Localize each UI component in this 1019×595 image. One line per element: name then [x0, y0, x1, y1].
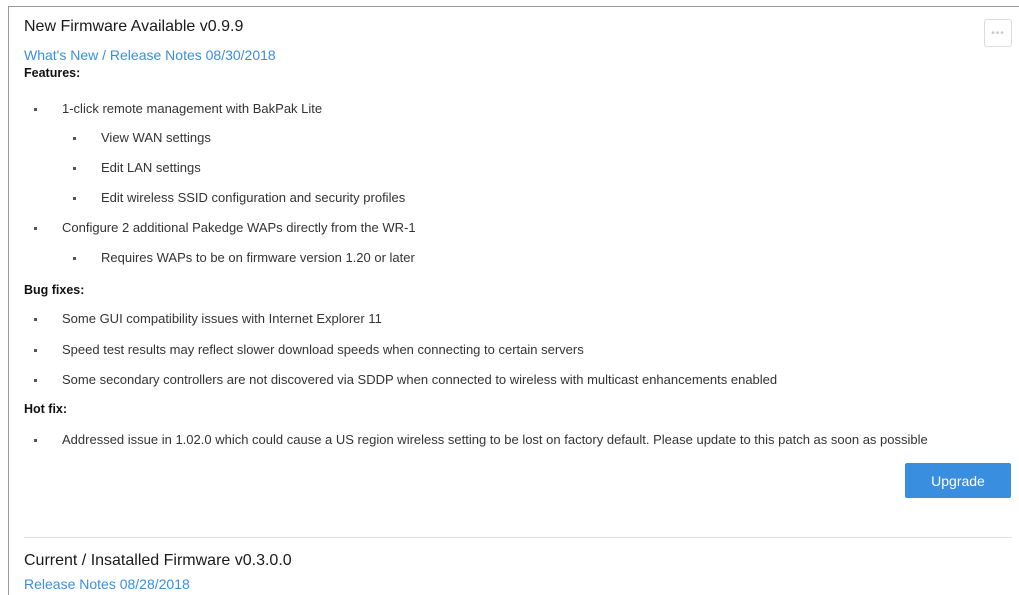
- current-firmware-title: Current / Insatalled Firmware v0.3.0.0: [24, 552, 292, 569]
- bugfix-item: Some secondary controllers are not disco…: [34, 372, 777, 387]
- feature-subitem: Edit wireless SSID configuration and sec…: [73, 190, 405, 205]
- hotfix-heading: Hot fix:: [24, 402, 68, 416]
- features-heading: Features:: [24, 66, 81, 80]
- bugfix-item: Speed test results may reflect slower do…: [34, 342, 584, 357]
- feature-item: Configure 2 additional Pakedge WAPs dire…: [34, 220, 416, 235]
- upgrade-button[interactable]: Upgrade: [905, 463, 1011, 498]
- feature-subitem: View WAN settings: [73, 130, 211, 145]
- bugfix-item: Some GUI compatibility issues with Inter…: [34, 311, 382, 326]
- current-release-notes-link[interactable]: Release Notes 08/28/2018: [24, 576, 190, 592]
- new-firmware-title: New Firmware Available v0.9.9: [24, 18, 244, 35]
- bugfix-heading: Bug fixes:: [24, 283, 85, 297]
- more-options-button[interactable]: •••: [984, 19, 1012, 47]
- firmware-panel-frame: [8, 6, 1019, 595]
- section-divider: [24, 537, 1012, 538]
- feature-subitem: Edit LAN settings: [73, 160, 201, 175]
- feature-item: 1-click remote management with BakPak Li…: [34, 101, 322, 116]
- hotfix-item: Addressed issue in 1.02.0 which could ca…: [34, 432, 928, 447]
- release-notes-link[interactable]: What's New / Release Notes 08/30/2018: [24, 47, 276, 63]
- feature-subitem: Requires WAPs to be on firmware version …: [73, 250, 415, 265]
